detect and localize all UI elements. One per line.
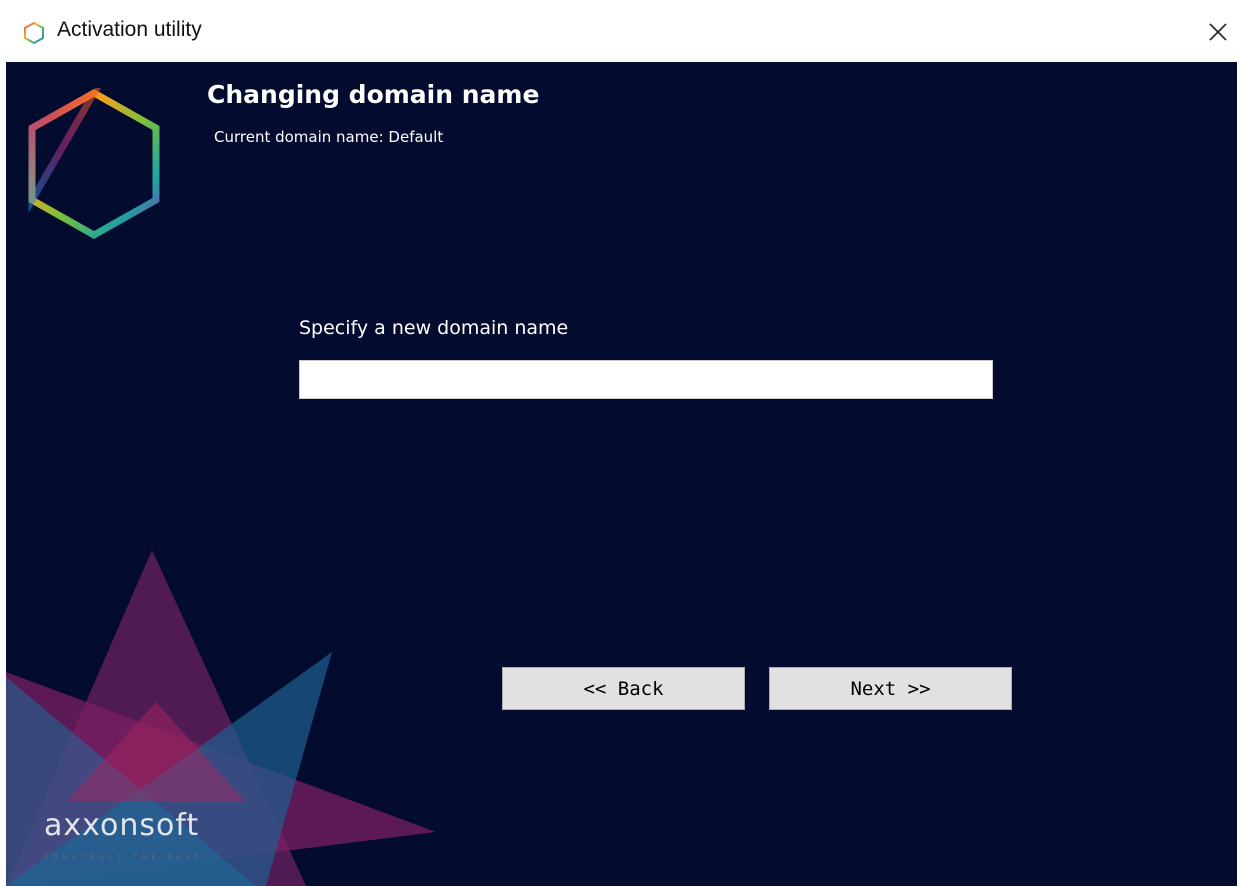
close-button[interactable] xyxy=(1200,14,1236,50)
current-domain-text: Current domain name: Default xyxy=(214,128,444,146)
hexagon-logo-icon xyxy=(24,21,44,45)
brand-logo: axxonsoft xyxy=(44,808,199,843)
window-title: Activation utility xyxy=(57,18,202,41)
domain-name-input[interactable] xyxy=(299,360,993,399)
hexagon-logo-icon xyxy=(28,88,160,240)
brand-tagline: CONSTRUCT THE NEXT xyxy=(44,854,204,861)
close-icon xyxy=(1209,23,1227,41)
title-bar: Activation utility xyxy=(0,0,1237,62)
domain-name-label: Specify a new domain name xyxy=(299,317,569,339)
page-title: Changing domain name xyxy=(207,80,540,109)
next-button[interactable]: Next >> xyxy=(769,667,1012,710)
brand-name: axxonsoft xyxy=(44,808,200,843)
back-button[interactable]: << Back xyxy=(502,667,745,710)
wizard-panel: Changing domain name Current domain name… xyxy=(6,62,1237,886)
